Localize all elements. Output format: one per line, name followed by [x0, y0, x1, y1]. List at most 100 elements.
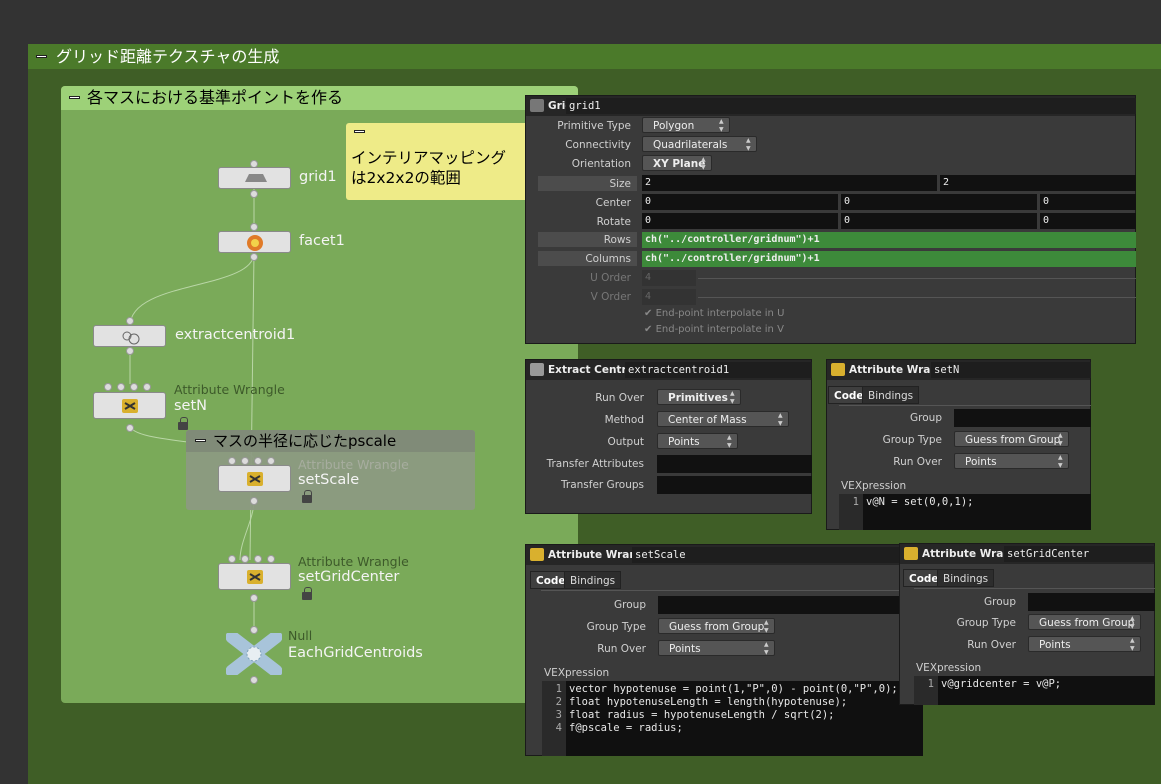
code-text: v@N = set(0,0,1); — [866, 496, 974, 508]
param-label: U Order — [590, 272, 631, 284]
interp-u-checkbox[interactable]: ✔ End-point interpolate in U — [644, 308, 784, 319]
input-connector[interactable] — [250, 223, 258, 231]
run-over-dropdown[interactable]: Points — [954, 453, 1069, 470]
scale-box-header[interactable]: マスの半径に応じたpscale — [186, 430, 475, 452]
group-type-dropdown[interactable]: Guess from Group — [1028, 614, 1141, 631]
input-connector[interactable] — [254, 555, 262, 563]
input-connector[interactable] — [241, 555, 249, 563]
input-connector[interactable] — [126, 317, 134, 325]
center-y-field[interactable]: 0 — [841, 194, 1037, 210]
output-connector[interactable] — [250, 253, 258, 261]
vex-label: VEXpression — [841, 480, 907, 492]
connectivity-dropdown[interactable]: Quadrilaterals — [642, 136, 757, 153]
group-field[interactable] — [658, 596, 923, 614]
output-connector[interactable] — [126, 347, 134, 355]
param-label: Method — [604, 414, 644, 426]
input-connector[interactable] — [254, 457, 262, 465]
v-order-slider[interactable] — [698, 297, 1136, 298]
param-label: Center — [595, 197, 631, 209]
collapse-icon[interactable] — [354, 130, 365, 133]
node-type: Attribute Wrangle — [298, 554, 409, 569]
checkbox-label: End-point interpolate in V — [655, 324, 784, 335]
tab-bindings[interactable]: Bindings — [564, 571, 622, 589]
orientation-dropdown[interactable]: XY Plane — [642, 155, 712, 172]
panel-title-bar: Attribute Wrangle setScale — [526, 545, 923, 565]
group-field[interactable] — [954, 409, 1091, 427]
lock-icon — [302, 587, 312, 600]
tab-bindings[interactable]: Bindings — [937, 569, 995, 587]
node-setGridCenter[interactable] — [218, 563, 291, 590]
center-x-field[interactable]: 0 — [642, 194, 838, 210]
setscale-parameter-panel: Attribute Wrangle setScale Code Bindings… — [525, 544, 923, 756]
vex-code-editor[interactable]: 1 vector hypotenuse = point(1,"P",0) - po… — [542, 681, 923, 756]
input-connector[interactable] — [267, 457, 275, 465]
rows-expression-field[interactable]: ch("../controller/gridnum")+1 — [642, 232, 1136, 248]
output-connector[interactable] — [250, 190, 258, 198]
param-label: Primitive Type — [557, 120, 631, 132]
node-setN[interactable] — [93, 392, 166, 419]
node-name-field[interactable]: grid1 — [566, 98, 1136, 114]
primitive-type-dropdown[interactable]: Polygon — [642, 117, 730, 134]
node-facet1[interactable] — [218, 231, 291, 253]
input-connector[interactable] — [117, 383, 125, 391]
null-icon[interactable] — [226, 633, 282, 675]
param-label: Run Over — [967, 639, 1016, 651]
size-x-field[interactable]: 2 — [642, 175, 937, 191]
lock-icon — [178, 417, 188, 430]
node-name: EachGridCentroids — [288, 645, 423, 661]
node-name-field[interactable]: extractcentroid1 — [625, 362, 812, 378]
input-connector[interactable] — [241, 457, 249, 465]
output-connector[interactable] — [126, 424, 134, 432]
input-connector[interactable] — [228, 457, 236, 465]
size-y-field[interactable]: 2 — [940, 175, 1136, 191]
node-setScale[interactable] — [218, 465, 291, 492]
interp-v-checkbox[interactable]: ✔ End-point interpolate in V — [644, 324, 784, 335]
transfer-groups-field[interactable] — [657, 476, 812, 494]
u-order-slider[interactable] — [698, 278, 1136, 279]
node-extractcentroid1[interactable] — [93, 325, 166, 347]
input-connector[interactable] — [228, 555, 236, 563]
tab-divider — [839, 405, 1091, 406]
wrangle-icon — [122, 399, 138, 413]
input-connector[interactable] — [267, 555, 275, 563]
tab-bindings[interactable]: Bindings — [862, 386, 920, 404]
u-order-field[interactable]: 4 — [642, 270, 696, 286]
group-field[interactable] — [1028, 593, 1155, 611]
param-label: Orientation — [571, 158, 631, 170]
output-connector[interactable] — [250, 497, 258, 505]
transfer-attributes-field[interactable] — [657, 455, 812, 473]
node-name-field[interactable]: setGridCenter — [1004, 546, 1155, 562]
wire-facet-extract — [129, 252, 255, 327]
group-type-dropdown[interactable]: Guess from Group — [954, 431, 1069, 448]
output-dropdown[interactable]: Points — [657, 433, 738, 450]
node-name: setScale — [298, 472, 360, 488]
node-name-field[interactable]: setN — [931, 362, 1091, 378]
panel-title-bar: Attribute Wrangle setN — [827, 360, 1091, 380]
rotate-y-field[interactable]: 0 — [841, 213, 1037, 229]
code-text: float hypotenuseLength = length(hypotenu… — [569, 696, 848, 708]
vex-code-editor[interactable]: 1 v@N = set(0,0,1); — [839, 494, 1091, 530]
panel-title-bar: Extract Centroid extractcentroid1 — [526, 360, 812, 380]
group-type-dropdown[interactable]: Guess from Group — [658, 618, 775, 635]
columns-expression-field[interactable]: ch("../controller/gridnum")+1 — [642, 251, 1136, 267]
input-connector[interactable] — [130, 383, 138, 391]
vex-code-editor[interactable]: 1 v@gridcenter = v@P; — [914, 676, 1155, 705]
v-order-field[interactable]: 4 — [642, 289, 696, 305]
input-connector[interactable] — [143, 383, 151, 391]
input-connector[interactable] — [104, 383, 112, 391]
output-connector[interactable] — [250, 676, 258, 684]
run-over-dropdown[interactable]: Points — [1028, 636, 1141, 653]
node-name-field[interactable]: setScale — [632, 547, 923, 563]
collapse-icon[interactable] — [195, 439, 206, 442]
rotate-x-field[interactable]: 0 — [642, 213, 838, 229]
node-grid1[interactable] — [218, 167, 291, 189]
node-name: grid1 — [299, 169, 337, 185]
run-over-dropdown[interactable]: Primitives — [657, 389, 741, 406]
run-over-dropdown[interactable]: Points — [658, 640, 775, 657]
rotate-z-field[interactable]: 0 — [1040, 213, 1136, 229]
center-z-field[interactable]: 0 — [1040, 194, 1136, 210]
method-dropdown[interactable]: Center of Mass — [657, 411, 789, 428]
extract-centroid-icon — [122, 331, 140, 345]
node-type: Attribute Wrangle — [174, 382, 285, 397]
output-connector[interactable] — [250, 594, 258, 602]
